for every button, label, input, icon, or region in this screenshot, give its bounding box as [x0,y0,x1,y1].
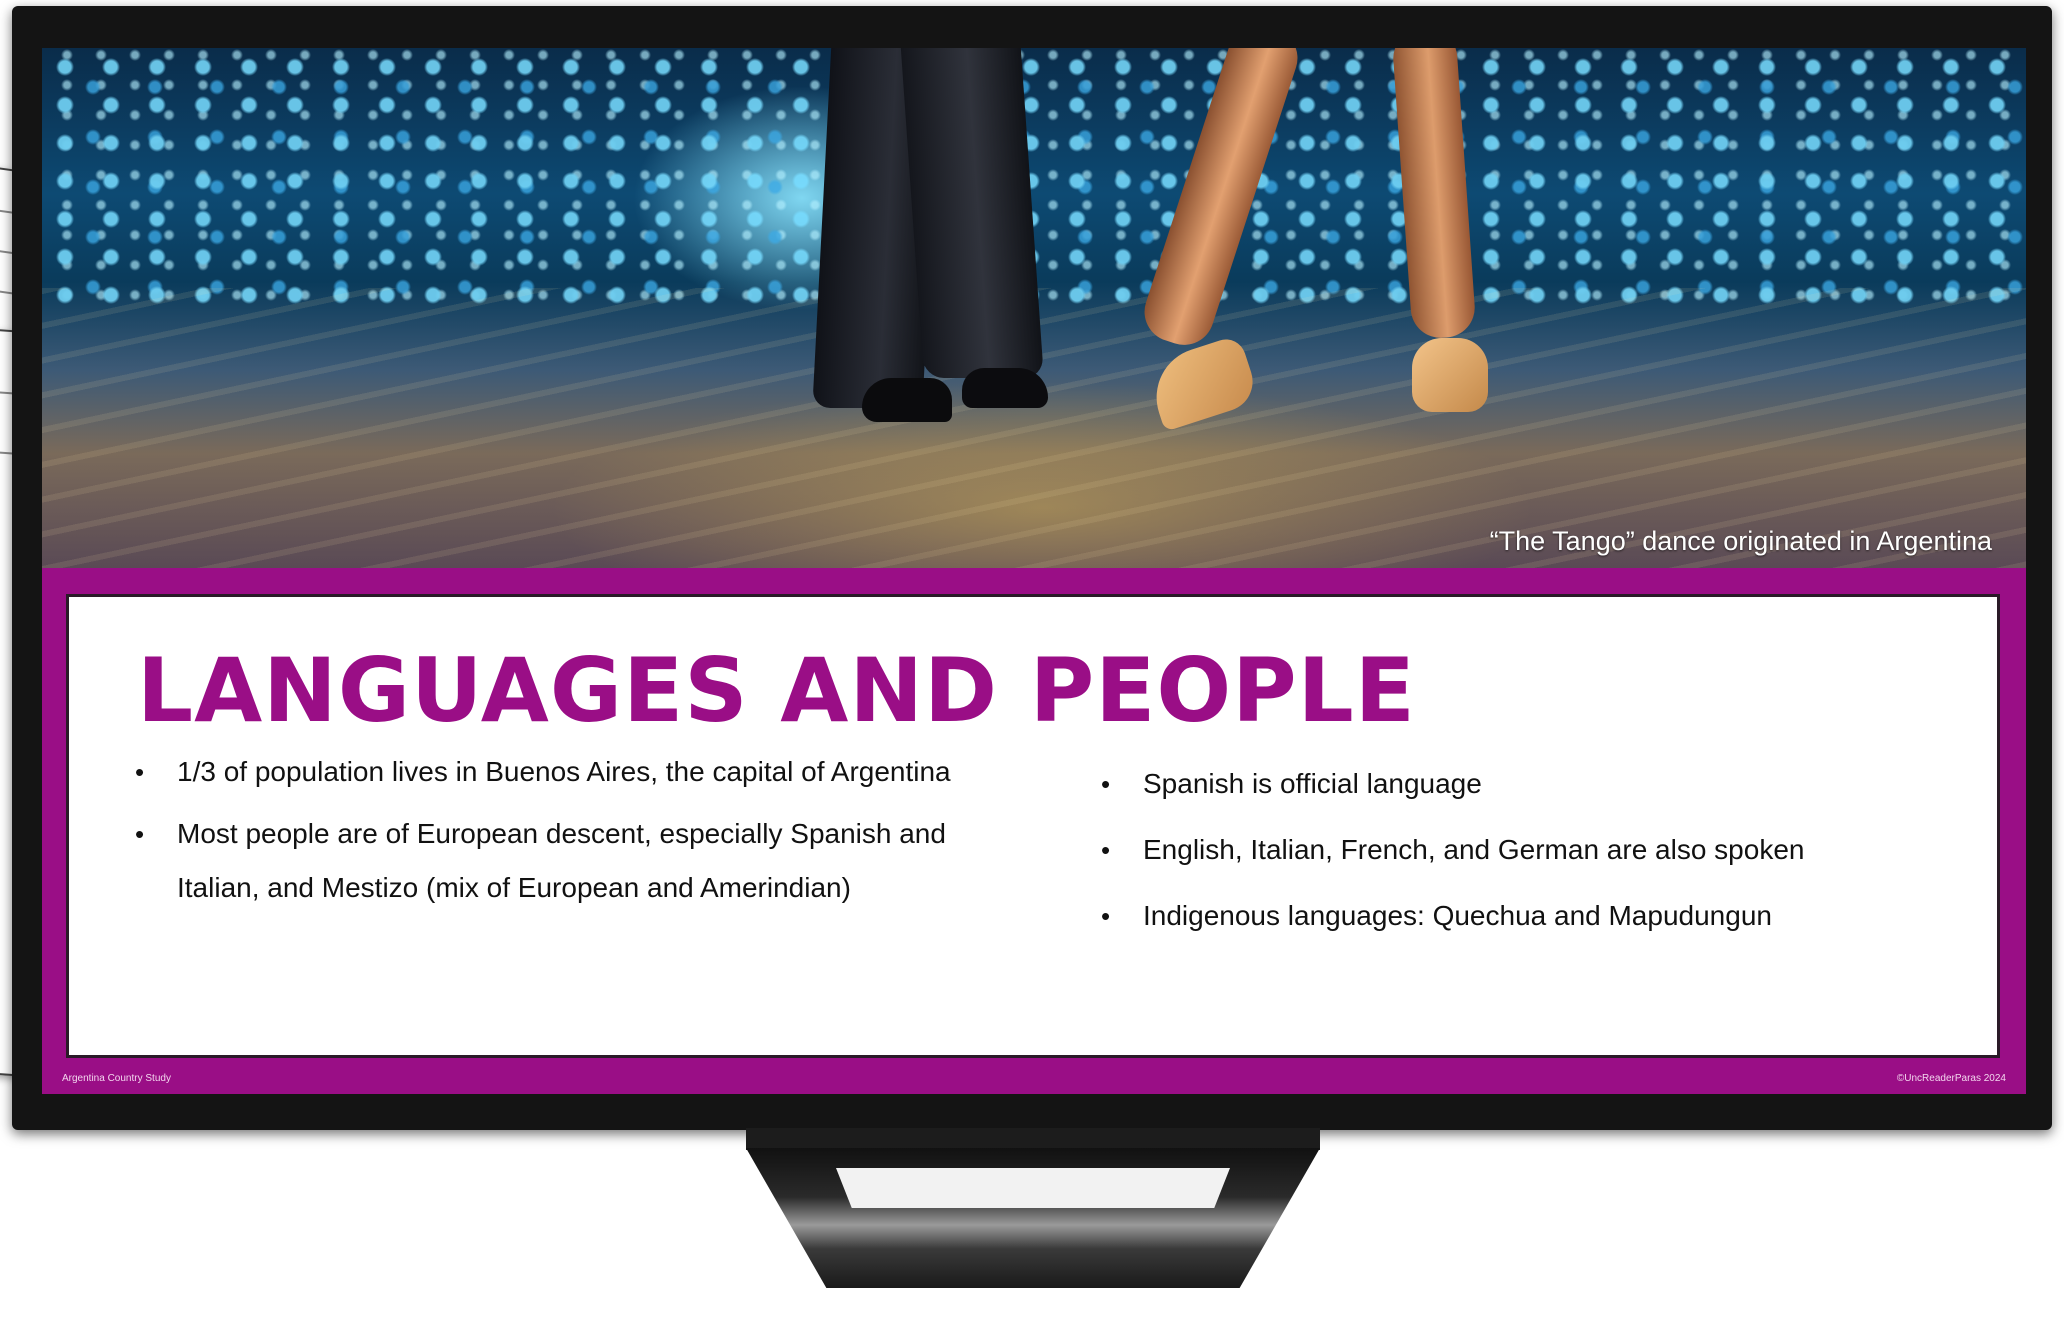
dance-shoe [962,368,1048,408]
monitor-frame: “The Tango” dance originated in Argentin… [12,6,2052,1130]
people-bullet-list: 1/3 of population lives in Buenos Aires,… [133,745,953,923]
slide-screen: “The Tango” dance originated in Argentin… [42,48,2026,1094]
list-item: Spanish is official language [1099,757,1979,811]
tango-dance-photo: “The Tango” dance originated in Argentin… [42,48,2026,568]
photo-caption: “The Tango” dance originated in Argentin… [1489,526,1992,556]
content-panel: LANGUAGES AND PEOPLE 1/3 of population l… [66,594,2000,1058]
monitor-stand-neck [746,1128,1320,1150]
list-item: Most people are of European descent, esp… [133,807,953,915]
list-item: English, Italian, French, and German are… [1099,823,1979,877]
monitor-stand-highlight [836,1168,1230,1208]
languages-bullet-list: Spanish is official language English, It… [1099,757,1979,955]
slide-footer-right: ©UncReaderParas 2024 [1896,1073,2006,1084]
list-item: 1/3 of population lives in Buenos Aires,… [133,745,953,799]
dance-shoe [862,378,952,422]
slide-title: LANGUAGES AND PEOPLE [137,639,1416,742]
slide-footer-left: Argentina Country Study [62,1073,171,1084]
list-item: Indigenous languages: Quechua and Mapudu… [1099,889,1979,943]
high-heel-shoe [1412,338,1488,412]
male-dancer-leg [900,48,1044,378]
